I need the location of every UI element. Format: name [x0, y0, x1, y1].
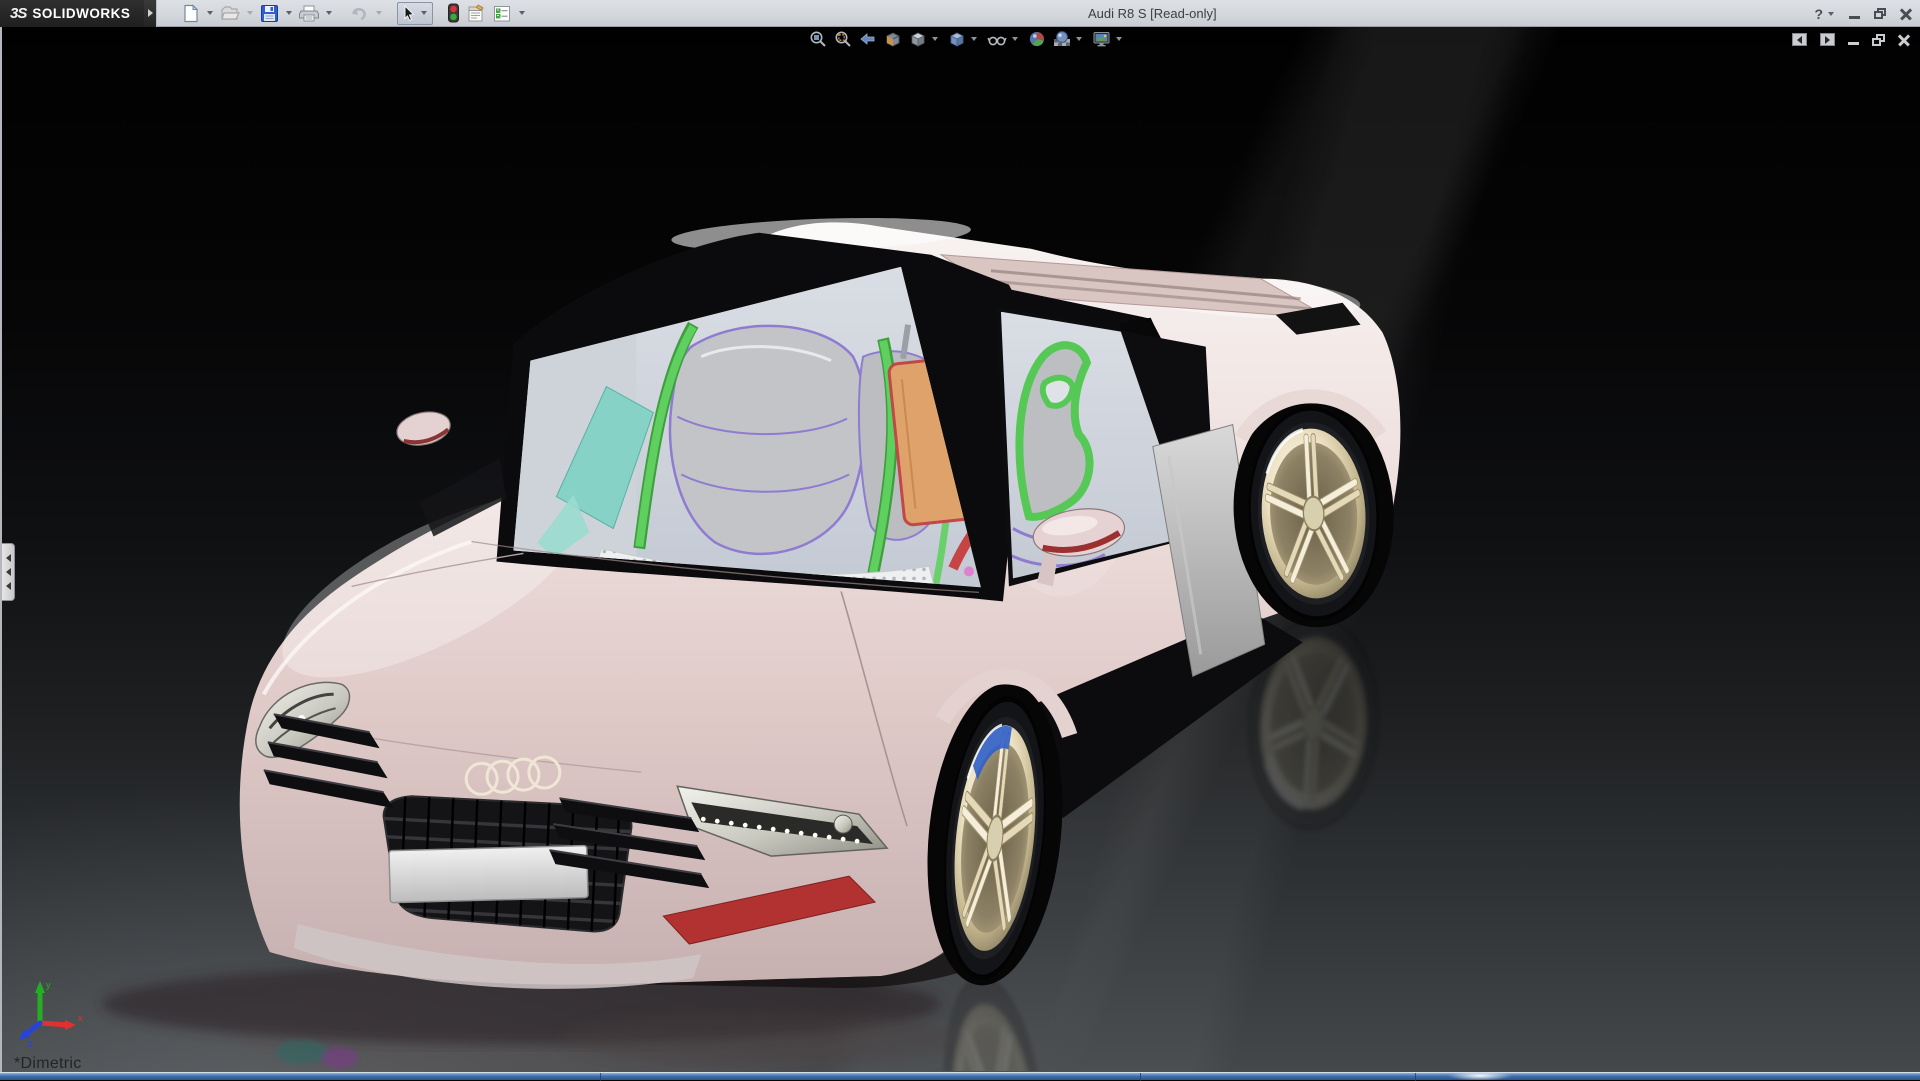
- help-dropdown[interactable]: [1828, 11, 1834, 16]
- rebuild-button[interactable]: [445, 2, 462, 25]
- flyout-arrow-icon: [147, 9, 153, 17]
- view-orientation-label: *Dimetric: [14, 1055, 82, 1072]
- show-left-pane-button[interactable]: [1792, 33, 1807, 46]
- orientation-triad: y x z: [19, 980, 83, 1047]
- hide-show-items-button[interactable]: [986, 29, 1022, 49]
- apply-scene-button[interactable]: [1052, 29, 1086, 49]
- bottom-edge-strip: [0, 1072, 1920, 1081]
- apply-scene-dropdown[interactable]: [1076, 37, 1082, 41]
- help-button[interactable]: ?: [1814, 6, 1823, 22]
- options-button[interactable]: [490, 2, 514, 25]
- restore-button[interactable]: [1874, 8, 1886, 19]
- options-checklist-icon: [494, 5, 511, 21]
- window-title: Audi R8 S [Read-only]: [1088, 6, 1217, 21]
- view-orientation-dropdown[interactable]: [932, 37, 938, 41]
- view-settings-icon: [1093, 32, 1110, 47]
- undo-icon: [351, 7, 367, 20]
- left-pane-icon: [1797, 35, 1802, 44]
- solidworks-logo: 3S SOLIDWORKS: [0, 0, 145, 27]
- apply-scene-icon: [1054, 31, 1070, 46]
- print-icon: [299, 5, 320, 21]
- open-document-button[interactable]: [218, 2, 242, 25]
- window-controls: [1849, 7, 1912, 20]
- edit-appearance-button[interactable]: [1027, 29, 1047, 49]
- right-pane-icon: [1825, 35, 1830, 44]
- options-dropdown[interactable]: [519, 11, 526, 15]
- open-dropdown[interactable]: [247, 11, 254, 15]
- z-axis-label: z: [28, 1039, 33, 1047]
- new-dropdown[interactable]: [207, 11, 214, 15]
- file-properties-button[interactable]: [464, 2, 488, 25]
- open-document-icon: [221, 5, 241, 20]
- section-view-icon: [886, 32, 900, 47]
- new-document-button[interactable]: [179, 2, 202, 25]
- new-document-icon: [184, 3, 199, 22]
- save-dropdown[interactable]: [286, 11, 293, 15]
- main-toolbar: [157, 1, 528, 25]
- select-button[interactable]: [397, 1, 434, 25]
- edit-appearance-icon: [1029, 31, 1044, 47]
- undo-dropdown[interactable]: [376, 11, 383, 15]
- left-mirror: [396, 411, 451, 446]
- document-window-controls: [1792, 33, 1910, 46]
- show-right-pane-button[interactable]: [1820, 33, 1835, 46]
- zoom-to-area-button[interactable]: [833, 29, 853, 49]
- select-dropdown[interactable]: [421, 11, 428, 15]
- print-dropdown[interactable]: [326, 11, 333, 15]
- menu-flyout-button[interactable]: [144, 0, 158, 27]
- zoom-to-area-icon: [835, 31, 851, 47]
- x-axis-label: x: [78, 1013, 83, 1023]
- graphics-viewport[interactable]: y x z *Dimetric: [0, 27, 1920, 1072]
- brand-mark: 3S: [10, 4, 27, 22]
- view-settings-button[interactable]: [1091, 29, 1126, 49]
- document-minimize-button[interactable]: [1848, 42, 1859, 45]
- audi-r8-model[interactable]: [2, 27, 1920, 1071]
- display-style-icon: [950, 32, 964, 47]
- y-axis-label: y: [46, 980, 51, 990]
- undo-button[interactable]: [347, 2, 371, 25]
- titlebar: 3S SOLIDWORKS Audi R8 S [Read-only] ?: [0, 0, 1920, 27]
- titlebar-controls: ?: [1814, 0, 1912, 27]
- file-properties-icon: [468, 3, 485, 21]
- car-body: [239, 217, 1401, 989]
- save-button[interactable]: [258, 2, 281, 25]
- previous-view-icon: [860, 33, 875, 45]
- close-button[interactable]: [1900, 7, 1912, 20]
- section-view-button[interactable]: [883, 29, 903, 49]
- hide-show-glasses-icon: [987, 36, 1007, 46]
- display-style-button[interactable]: [947, 29, 981, 49]
- hide-show-dropdown[interactable]: [1012, 37, 1018, 41]
- document-close-button[interactable]: [1898, 33, 1910, 46]
- collapse-arrow-icon: [5, 554, 11, 562]
- zoom-to-fit-button[interactable]: [808, 29, 828, 49]
- previous-view-button[interactable]: [858, 29, 878, 49]
- display-style-dropdown[interactable]: [971, 37, 977, 41]
- brand-name: SOLIDWORKS: [32, 5, 131, 21]
- headsup-view-toolbar: [808, 29, 1126, 49]
- view-settings-dropdown[interactable]: [1116, 37, 1122, 41]
- print-button[interactable]: [297, 2, 321, 25]
- zoom-to-fit-icon: [810, 31, 826, 47]
- collapse-arrow-icon: [5, 582, 11, 590]
- featuremanager-splitter[interactable]: [2, 543, 15, 601]
- rebuild-traffic-light-icon: [448, 3, 460, 23]
- save-icon: [261, 4, 279, 22]
- select-cursor-icon: [404, 4, 415, 21]
- document-restore-button[interactable]: [1872, 33, 1885, 46]
- view-orientation-icon: [911, 32, 925, 47]
- collapse-arrow-icon: [5, 568, 11, 576]
- view-orientation-button[interactable]: [908, 29, 942, 49]
- minimize-button[interactable]: [1849, 16, 1860, 19]
